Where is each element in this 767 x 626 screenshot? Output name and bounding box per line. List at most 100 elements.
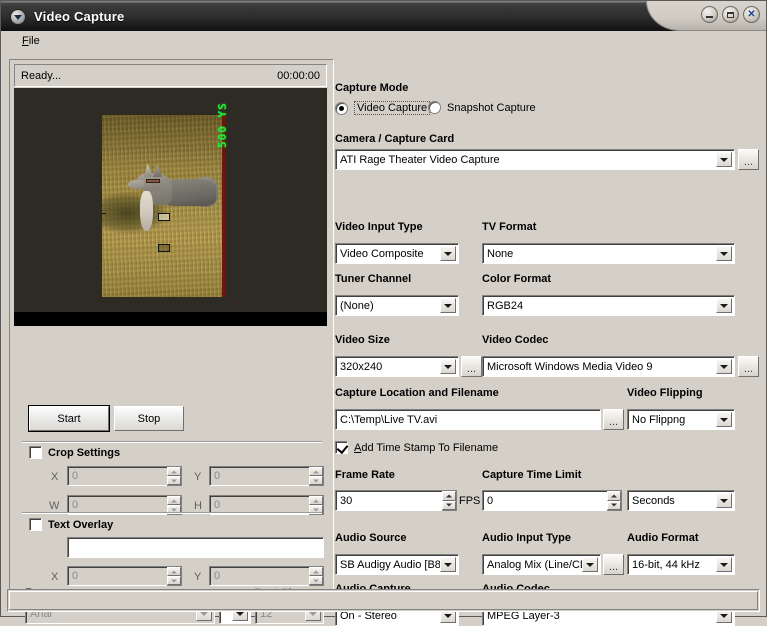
radio-snapshot-capture-label: Snapshot Capture	[447, 101, 536, 114]
close-button[interactable]: ✕	[743, 6, 760, 23]
capture-mode-radio-snapshot[interactable]: Snapshot Capture	[428, 101, 536, 114]
overlay-x-value[interactable]: 0	[67, 566, 167, 586]
color-format-select[interactable]: RGB24	[482, 295, 735, 316]
video-codec-select[interactable]: Microsoft Windows Media Video 9	[482, 356, 735, 377]
overlay-x-label: X	[51, 571, 59, 583]
audio-source-chevron-down-icon[interactable]	[440, 557, 456, 572]
overlay-y-arrows[interactable]	[309, 566, 324, 586]
coyote-subject	[128, 163, 218, 231]
capture-time-limit-down-icon[interactable]	[607, 500, 621, 510]
video-size-browse-button[interactable]: ...	[461, 356, 482, 377]
video-size-chevron-down-icon[interactable]	[440, 359, 456, 374]
radio-video-capture-label: Video Capture	[354, 101, 431, 115]
video-codec-value: Microsoft Windows Media Video 9	[487, 360, 653, 373]
window-controls: ✕	[701, 6, 760, 23]
crop-x-stepper[interactable]: 0	[67, 466, 182, 486]
capture-time-limit-arrows[interactable]	[607, 490, 622, 511]
video-preview[interactable]: 500 YS -- · · ·	[14, 88, 327, 326]
video-input-type-value: Video Composite	[340, 247, 424, 260]
capture-location-input[interactable]: C:\Temp\Live TV.avi	[335, 409, 601, 430]
overlay-x-down-icon[interactable]	[167, 576, 181, 585]
timestamp-label: Add Time Stamp To Filename	[354, 441, 499, 454]
capture-location-browse-button[interactable]: ...	[603, 409, 624, 430]
frame-rate-stepper[interactable]: 30	[335, 490, 457, 511]
capture-time-limit-unit-chevron-down-icon[interactable]	[716, 493, 732, 508]
preview-timecode: 00:00:00	[277, 69, 320, 82]
video-size-select[interactable]: 320x240	[335, 356, 459, 377]
frame-rate-value[interactable]: 30	[335, 490, 442, 511]
video-codec-browse-button[interactable]: ...	[738, 356, 759, 377]
frame-rate-arrows[interactable]	[442, 490, 457, 511]
crop-y-down-icon[interactable]	[309, 476, 323, 485]
video-input-type-select[interactable]: Video Composite	[335, 243, 459, 264]
color-format-chevron-down-icon[interactable]	[716, 298, 732, 313]
crop-x-value[interactable]: 0	[67, 466, 167, 486]
crop-settings-checkbox[interactable]	[29, 446, 42, 459]
video-input-type-chevron-down-icon[interactable]	[440, 246, 456, 261]
crop-settings-toggle[interactable]: Crop Settings	[29, 446, 120, 459]
video-capture-icon	[10, 8, 26, 25]
audio-input-type-select[interactable]: Analog Mix (Line/CD	[482, 554, 601, 575]
audio-format-chevron-down-icon[interactable]	[716, 557, 732, 572]
overlay-x-arrows[interactable]	[167, 566, 182, 586]
frame-rate-label: Frame Rate	[335, 469, 395, 481]
audio-format-label: Audio Format	[627, 532, 699, 544]
audio-input-type-chevron-down-icon[interactable]	[582, 557, 598, 572]
tv-format-select[interactable]: None	[482, 243, 735, 264]
camera-select[interactable]: ATI Rage Theater Video Capture	[335, 149, 735, 170]
start-button[interactable]: Start	[28, 405, 110, 432]
tv-format-chevron-down-icon[interactable]	[716, 246, 732, 261]
crop-x-up-icon[interactable]	[167, 467, 181, 476]
camera-chevron-down-icon[interactable]	[716, 152, 732, 167]
timestamp-toggle[interactable]: Add Time Stamp To Filename	[335, 441, 498, 454]
overlay-x-stepper[interactable]: 0	[67, 566, 182, 586]
capture-time-limit-stepper[interactable]: 0	[482, 490, 622, 511]
video-codec-chevron-down-icon[interactable]	[716, 359, 732, 374]
audio-input-type-browse-button[interactable]: ...	[603, 554, 624, 575]
maximize-button[interactable]	[722, 6, 739, 23]
crop-y-value[interactable]: 0	[209, 466, 309, 486]
audio-source-select[interactable]: SB Audigy Audio [B80	[335, 554, 459, 575]
capture-mode-radio-video[interactable]: Video Capture	[335, 101, 431, 115]
overlay-y-stepper[interactable]: 0	[209, 566, 324, 586]
frame-rate-up-icon[interactable]	[442, 491, 456, 501]
audio-format-value: 16-bit, 44 kHz	[632, 558, 700, 571]
radio-snapshot-capture-icon[interactable]	[428, 101, 441, 114]
overlay-y-up-icon[interactable]	[309, 567, 323, 576]
crop-x-label: X	[51, 471, 59, 483]
frame-rate-down-icon[interactable]	[442, 500, 456, 510]
text-overlay-toggle[interactable]: Text Overlay	[29, 518, 113, 531]
status-bar-bevel	[9, 591, 758, 610]
divider-above-crop	[22, 441, 322, 442]
overlay-y-value[interactable]: 0	[209, 566, 309, 586]
tuner-channel-select[interactable]: (None)	[335, 295, 459, 316]
radio-video-capture-icon[interactable]	[335, 101, 348, 115]
overlay-x-up-icon[interactable]	[167, 567, 181, 576]
stop-button[interactable]: Stop	[114, 406, 184, 431]
overlay-text-input[interactable]	[67, 537, 324, 558]
menu-item-file[interactable]: File	[17, 33, 45, 49]
audio-input-type-label: Audio Input Type	[482, 532, 572, 544]
capture-time-limit-value[interactable]: 0	[482, 490, 607, 511]
crop-y-stepper[interactable]: 0	[209, 466, 324, 486]
tuner-channel-chevron-down-icon[interactable]	[440, 298, 456, 313]
crop-x-down-icon[interactable]	[167, 476, 181, 485]
crop-x-arrows[interactable]	[167, 466, 182, 486]
timestamp-checkbox[interactable]	[335, 441, 348, 454]
minimize-button[interactable]	[701, 6, 718, 23]
overlay-y-label: Y	[194, 571, 202, 583]
crop-h-up-icon[interactable]	[309, 496, 323, 505]
text-overlay-checkbox[interactable]	[29, 518, 42, 531]
capture-time-limit-unit-select[interactable]: Seconds	[627, 490, 735, 511]
capture-time-limit-up-icon[interactable]	[607, 491, 621, 501]
audio-format-select[interactable]: 16-bit, 44 kHz	[627, 554, 735, 575]
tv-format-value: None	[487, 247, 514, 260]
camera-browse-button[interactable]: ...	[738, 149, 759, 170]
crop-w-up-icon[interactable]	[167, 496, 181, 505]
video-flipping-select[interactable]: No Flippng	[627, 409, 735, 430]
crop-y-up-icon[interactable]	[309, 467, 323, 476]
overlay-y-down-icon[interactable]	[309, 576, 323, 585]
camera-label: Camera / Capture Card	[335, 133, 455, 145]
video-flipping-chevron-down-icon[interactable]	[716, 412, 732, 427]
crop-y-arrows[interactable]	[309, 466, 324, 486]
